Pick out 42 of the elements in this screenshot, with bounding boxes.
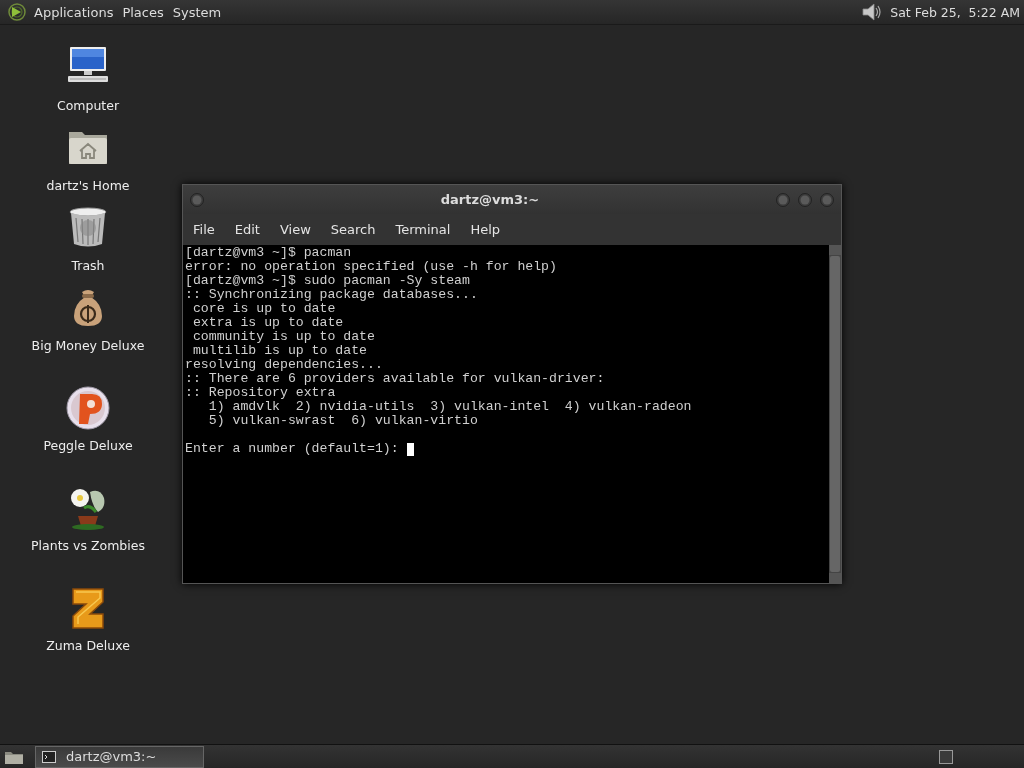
text-cursor xyxy=(406,442,414,456)
terminal-line: 1) amdvlk 2) nvidia-utils 3) vulkan-intel 4) vulkan-radeon xyxy=(207,400,693,414)
terminal-line: resolving dependencies... xyxy=(185,358,384,372)
terminal-line: error: no operation specified (use -h for help) xyxy=(185,260,558,274)
terminal-line: extra is up to date xyxy=(191,316,345,330)
menu-item[interactable]: Search xyxy=(326,219,384,240)
icon-label[interactable]: Trash xyxy=(71,258,105,273)
menu-item[interactable]: File xyxy=(189,219,223,240)
terminal-line: :: Synchronizing package databases... xyxy=(185,288,479,302)
menu-item[interactable]: Edit xyxy=(230,219,268,240)
clock[interactable]: Sat Feb 25, 5:22 AM xyxy=(890,4,1020,20)
icon-label[interactable]: Peggle Deluxe xyxy=(43,438,133,453)
terminal-line: [dartz@vm3 ~]$ sudo pacman -Sy steam xyxy=(185,274,471,288)
panel-menu[interactable]: Applications xyxy=(33,2,120,22)
icon-label[interactable]: dartz's Home xyxy=(46,178,130,193)
icon-label[interactable]: Computer xyxy=(56,98,120,113)
menu-item[interactable]: View xyxy=(275,219,319,240)
terminal-icon xyxy=(42,750,56,763)
taskbar-button[interactable]: dartz@vm3:~ xyxy=(35,745,204,768)
scrollbar[interactable] xyxy=(829,245,841,583)
workspace-switcher[interactable] xyxy=(939,749,953,764)
panel-menu[interactable]: System xyxy=(171,2,228,22)
terminal-line: :: Repository extra xyxy=(185,386,337,400)
terminal-line: 5) vulkan-swrast 6) vulkan-virtio xyxy=(207,414,479,428)
window-title: dartz@vm3:~ xyxy=(439,192,541,207)
panel-menu[interactable]: Places xyxy=(121,2,170,22)
game-ball-icon[interactable] xyxy=(64,384,112,432)
terminal-line: :: There are 6 providers available for vulkan-driver: xyxy=(185,372,606,386)
scroll-thumb[interactable] xyxy=(830,256,840,572)
menu-item[interactable]: Help xyxy=(466,219,509,240)
terminal-line: multilib is up to date xyxy=(191,344,369,358)
terminal-area[interactable] xyxy=(183,245,829,583)
terminal-prompt: Enter a number (default=1): xyxy=(185,442,400,456)
icon-label[interactable]: Big Money Deluxe xyxy=(31,338,145,353)
icon-label[interactable]: Plants vs Zombies xyxy=(31,538,145,553)
terminal-line: community is up to date xyxy=(191,330,376,344)
terminal-line: [dartz@vm3 ~]$ pacman xyxy=(185,246,353,260)
menu-item[interactable]: Terminal xyxy=(391,219,459,240)
terminal-line: core is up to date xyxy=(191,302,337,316)
icon-label[interactable]: Zuma Deluxe xyxy=(46,638,130,653)
speaker-icon[interactable] xyxy=(860,2,883,22)
distro-logo-icon[interactable] xyxy=(7,2,27,22)
